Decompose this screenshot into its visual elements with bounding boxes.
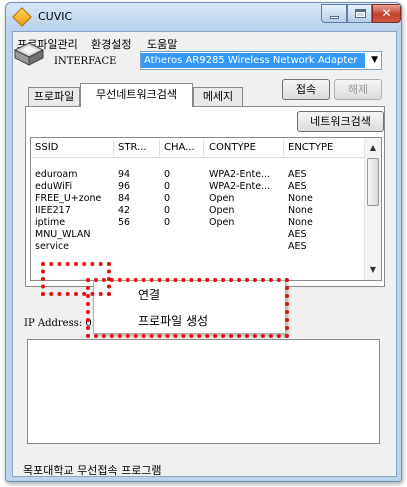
row-enctype: None (288, 193, 313, 204)
column-header-strength[interactable]: STR... (118, 142, 147, 153)
row-strength: 84 (118, 193, 131, 204)
maximize-icon (355, 9, 366, 18)
row-ssid: eduroam (35, 169, 78, 180)
column-header-enctype[interactable]: ENCTYPE (288, 142, 333, 153)
vertical-scrollbar[interactable]: ▲ ▼ (364, 138, 381, 280)
window-title: CUVIC (38, 10, 73, 23)
table-row[interactable]: MNU_WLAN AES (31, 229, 366, 241)
row-ssid: FREE_U+zone (35, 193, 102, 204)
app-logo-icon (12, 7, 32, 27)
scrollbar-thumb[interactable] (367, 158, 379, 206)
table-row[interactable]: FREE_U+zone 84 0 Open None (31, 193, 366, 205)
row-channel: 0 (164, 205, 171, 216)
scroll-up-icon[interactable]: ▲ (365, 140, 381, 156)
table-row[interactable]: eduWiFi 96 0 WPA2-Ente... AES (31, 181, 366, 193)
table-row[interactable]: service AES (31, 241, 366, 253)
row-enctype: AES (288, 229, 307, 240)
disconnect-button[interactable]: 해제 (334, 79, 382, 100)
row-contype: Open (209, 193, 235, 204)
row-strength: 96 (118, 181, 131, 192)
table-row[interactable]: iptime 56 0 Open None (31, 217, 366, 229)
menu-help[interactable]: 도움말 (147, 36, 177, 52)
menu-bar: 프로파일관리 환경설정 도움말 (13, 32, 396, 52)
row-strength: 42 (118, 205, 131, 216)
row-ssid: IIEE217 (35, 205, 71, 216)
connect-button[interactable]: 접속 (282, 79, 330, 100)
row-channel: 0 (164, 193, 171, 204)
row-ssid: service (35, 241, 70, 252)
interface-select[interactable]: Atheros AR9285 Wireless Network Adapter … (140, 51, 382, 70)
column-header-channel[interactable]: CHA... (164, 142, 195, 153)
row-ssid: eduWiFi (35, 181, 73, 192)
tab-message[interactable]: 메세지 (193, 87, 243, 106)
column-header-ssid[interactable]: SSID (35, 142, 58, 153)
status-bar-text: 목포대학교 무선접속 프로그램 (23, 464, 162, 477)
row-contype: WPA2-Ente... (209, 181, 271, 192)
row-channel: 0 (164, 217, 171, 228)
ip-info-box (27, 339, 380, 444)
network-interface-icon (14, 42, 44, 66)
table-row[interactable]: IIEE217 42 0 Open None (31, 205, 366, 217)
close-button[interactable]: ✕ (372, 4, 401, 23)
row-channel: 0 (164, 169, 171, 180)
column-header-contype[interactable]: CONTYPE (209, 142, 256, 153)
row-enctype: AES (288, 181, 307, 192)
row-channel: 0 (164, 181, 171, 192)
row-ssid: MNU_WLAN (35, 229, 91, 240)
row-enctype: AES (288, 241, 307, 252)
row-strength: 56 (118, 217, 131, 228)
chevron-down-icon[interactable]: ▼ (371, 55, 378, 65)
interface-select-value: Atheros AR9285 Wireless Network Adapter (141, 53, 365, 68)
menu-settings[interactable]: 환경설정 (91, 36, 131, 52)
table-row[interactable]: eduroam 94 0 WPA2-Ente... AES (31, 169, 366, 181)
interface-label: INTERFACE (54, 56, 117, 67)
title-bar[interactable]: CUVIC ✕ (6, 3, 401, 31)
row-contype: Open (209, 217, 235, 228)
network-scan-button[interactable]: 네트워크검색 (297, 111, 384, 132)
scroll-down-icon[interactable]: ▼ (365, 262, 381, 278)
row-enctype: AES (288, 169, 307, 180)
row-contype: WPA2-Ente... (209, 169, 271, 180)
row-enctype: None (288, 217, 313, 228)
row-enctype: None (288, 205, 313, 216)
tab-wireless-search[interactable]: 무선네트워크검색 (80, 83, 193, 107)
minimize-icon (330, 16, 339, 19)
close-icon: ✕ (381, 6, 392, 20)
tab-profile[interactable]: 프로파일 (28, 87, 80, 106)
list-header: SSID STR... CHA... CONTYPE ENCTYPE (31, 138, 366, 158)
minimize-button[interactable] (321, 4, 347, 23)
network-list[interactable]: SSID STR... CHA... CONTYPE ENCTYPE eduro… (30, 137, 382, 281)
maximize-button[interactable] (347, 4, 372, 23)
row-strength: 94 (118, 169, 131, 180)
highlight-marker (86, 278, 289, 338)
row-ssid: iptime (35, 217, 66, 228)
row-contype: Open (209, 205, 235, 216)
